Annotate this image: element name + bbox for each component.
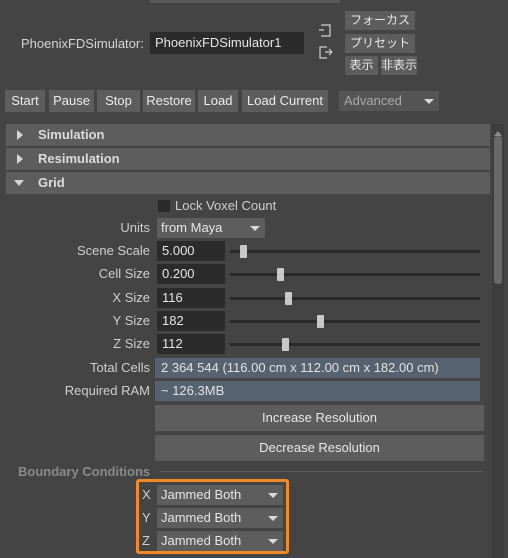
show-button[interactable]: 表示 <box>345 56 378 75</box>
start-button[interactable]: Start <box>5 90 45 112</box>
z-size-label: Z Size <box>113 336 150 351</box>
scrollbar-thumb[interactable] <box>494 136 502 284</box>
boundary-z-label: Z <box>142 533 150 548</box>
chevron-down-icon <box>419 91 439 111</box>
y-size-slider[interactable] <box>230 320 480 323</box>
load-current-button[interactable]: Load Current <box>242 90 328 112</box>
units-label: Units <box>120 220 150 235</box>
x-size-handle[interactable] <box>284 292 292 305</box>
section-title: Resimulation <box>38 151 120 166</box>
lock-voxel-checkbox[interactable] <box>158 200 170 212</box>
boundary-x-dropdown[interactable]: Jammed Both <box>157 485 283 505</box>
z-size-slider[interactable] <box>230 343 480 346</box>
boundary-x-value: Jammed Both <box>161 487 242 502</box>
section-title: Grid <box>38 175 65 190</box>
pause-button[interactable]: Pause <box>49 90 94 112</box>
decrease-resolution-button[interactable]: Decrease Resolution <box>155 435 484 461</box>
mode-dropdown-value: Advanced <box>344 93 402 108</box>
preset-button[interactable]: プリセット <box>345 34 415 53</box>
boundary-y-value: Jammed Both <box>161 510 242 525</box>
expanded-arrow-icon <box>14 180 24 186</box>
output-node-icon[interactable] <box>318 46 334 60</box>
total-cells-label: Total Cells <box>90 360 150 375</box>
node-name-field[interactable]: PhoenixFDSimulator1 <box>150 32 304 54</box>
cell-size-slider[interactable] <box>230 273 480 276</box>
boundary-z-dropdown[interactable]: Jammed Both <box>157 531 283 551</box>
units-dropdown[interactable]: from Maya <box>157 218 265 238</box>
boundary-x-label: X <box>142 487 151 502</box>
section-resimulation[interactable]: Resimulation <box>6 148 490 170</box>
restore-button[interactable]: Restore <box>143 90 195 112</box>
scroll-up-icon[interactable] <box>493 125 503 136</box>
section-title: Simulation <box>38 127 105 142</box>
stop-button[interactable]: Stop <box>97 90 140 112</box>
boundary-y-label: Y <box>142 510 151 525</box>
chevron-down-icon <box>263 485 283 505</box>
z-size-handle[interactable] <box>282 338 289 351</box>
boundary-y-dropdown[interactable]: Jammed Both <box>157 508 283 528</box>
increase-resolution-button[interactable]: Increase Resolution <box>155 405 484 431</box>
chevron-down-icon <box>263 508 283 528</box>
cell-size-handle[interactable] <box>277 268 284 281</box>
x-size-label: X Size <box>112 290 150 305</box>
x-size-field[interactable]: 116 <box>157 288 225 308</box>
hide-button[interactable]: 非表示 <box>381 56 417 75</box>
focus-button[interactable]: フォーカス <box>345 11 415 30</box>
scene-scale-field[interactable]: 5.000 <box>157 241 225 261</box>
mode-dropdown[interactable]: Advanced <box>339 91 439 111</box>
top-partial-bar <box>150 0 340 3</box>
units-value: from Maya <box>161 220 223 235</box>
total-cells-value: 2 364 544 (116.00 cm x 112.00 cm x 182.0… <box>155 358 480 378</box>
node-label: PhoenixFDSimulator: <box>21 36 144 51</box>
chevron-down-icon <box>245 218 265 238</box>
boundary-conditions-title: Boundary Conditions <box>18 464 151 479</box>
cell-size-field[interactable]: 0.200 <box>157 264 225 284</box>
load-button[interactable]: Load <box>198 90 238 112</box>
cell-size-label: Cell Size <box>98 266 150 281</box>
scene-scale-slider[interactable] <box>230 250 480 253</box>
section-simulation[interactable]: Simulation <box>6 124 490 146</box>
z-size-field[interactable]: 112 <box>157 334 225 354</box>
boundary-z-value: Jammed Both <box>161 533 242 548</box>
y-size-field[interactable]: 182 <box>157 311 225 331</box>
y-size-handle[interactable] <box>317 315 324 328</box>
section-grid[interactable]: Grid <box>6 172 490 194</box>
collapsed-arrow-icon <box>17 154 23 164</box>
select-node-icon[interactable] <box>318 24 332 38</box>
boundary-divider <box>160 471 483 472</box>
y-size-label: Y Size <box>112 313 150 328</box>
scene-scale-handle[interactable] <box>239 245 247 258</box>
x-size-slider[interactable] <box>230 297 480 300</box>
lock-voxel-label: Lock Voxel Count <box>175 198 277 213</box>
chevron-down-icon <box>263 531 283 551</box>
required-ram-value: ~ 126.3MB <box>155 381 480 401</box>
scene-scale-label: Scene Scale <box>77 243 150 258</box>
required-ram-label: Required RAM <box>64 383 150 398</box>
collapsed-arrow-icon <box>17 130 23 140</box>
